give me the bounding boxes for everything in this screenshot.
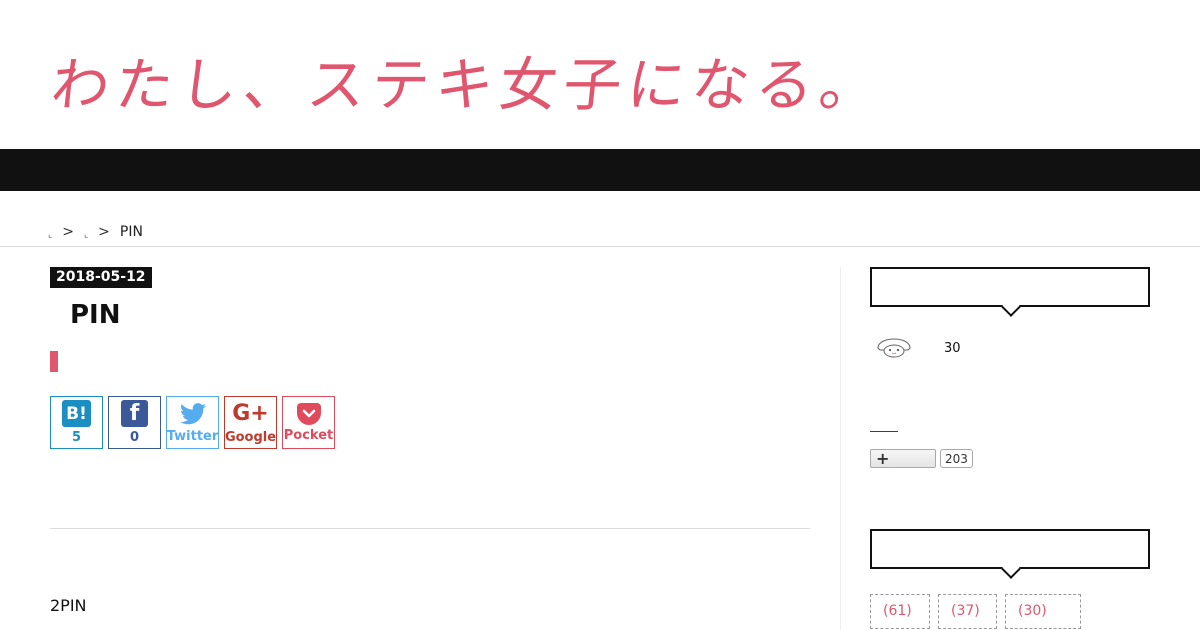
follower-count: 30 [944,341,961,356]
breadcrumb: ⌞ > ⌞ > PIN [48,224,143,240]
twitter-share-button[interactable]: Twitter [166,396,219,449]
facebook-icon: f [121,400,148,427]
category-tag[interactable]: (37) [938,594,997,629]
follow-count-badge: 203 [940,449,973,468]
category-marker [50,351,58,372]
follow-button[interactable]: + [870,449,936,468]
post-body-text: 2PIN [50,596,87,615]
twitter-bird-icon [179,402,207,426]
facebook-share-button[interactable]: f 0 [108,396,161,449]
breadcrumb-home-link[interactable]: ⌞ [48,230,52,240]
google-plus-share-button[interactable]: G+ Google [224,396,277,449]
sidebar-divider [840,267,841,630]
share-buttons: B! 5 f 0 Twitter G+ Google Pocket [50,396,335,449]
global-nav-bar [0,149,1200,191]
breadcrumb-separator: > [62,224,74,240]
post-title: PIN [70,300,121,330]
breadcrumb-divider [0,246,1200,247]
twitter-share-label: Twitter [166,428,219,444]
category-tag[interactable]: (61) [870,594,930,629]
pocket-share-label: Pocket [283,427,334,443]
post-date: 2018-05-12 [50,267,152,288]
avatar-icon[interactable] [874,330,914,360]
profile-widget-heading [870,267,1150,307]
category-tag[interactable]: (30) [1005,594,1081,629]
pocket-icon [296,402,321,425]
hatena-bookmark-count: 5 [71,430,82,445]
hatena-bookmark-icon: B! [62,400,91,427]
content-divider [50,528,810,529]
hatena-bookmark-button[interactable]: B! 5 [50,396,103,449]
google-plus-icon: G+ [232,401,269,426]
facebook-share-count: 0 [129,430,140,445]
plus-icon: + [876,449,890,468]
breadcrumb-current: PIN [119,224,143,240]
profile-link-underline[interactable] [870,431,898,432]
google-plus-share-label: Google [224,429,277,445]
category-tag-list: (61) (37) (30) [870,594,1081,629]
breadcrumb-separator: > [98,224,110,240]
site-title[interactable]: わたし、ステキ女子になる。 [48,38,889,122]
category-widget-heading [870,529,1150,569]
pocket-share-button[interactable]: Pocket [282,396,335,449]
breadcrumb-category-link[interactable]: ⌞ [84,230,88,240]
